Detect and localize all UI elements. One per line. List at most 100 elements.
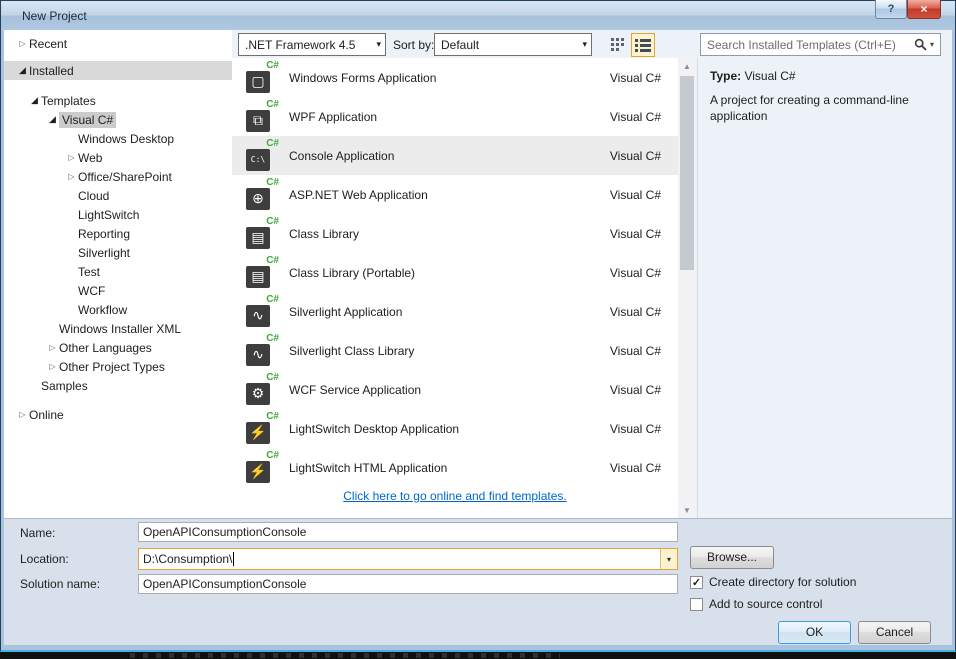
collapse-arrow-icon[interactable]: ◢ [28, 95, 41, 106]
expand-arrow-icon[interactable]: ▷ [46, 362, 59, 371]
sort-by-label: Sort by: [393, 38, 434, 52]
template-item-lightswitch-html-application[interactable]: ⚡C#LightSwitch HTML ApplicationVisual C# [232, 448, 678, 487]
type-value: Visual C# [744, 69, 795, 83]
scroll-up-arrow-icon[interactable]: ▲ [678, 58, 696, 74]
tree-item-online[interactable]: ▷Online [4, 405, 232, 424]
tree-item-installed[interactable]: ◢Installed [4, 61, 232, 80]
icon-glyph: ⚡ [246, 461, 270, 483]
framework-combobox[interactable]: .NET Framework 4.5 ▾ [238, 33, 386, 56]
project-name-input[interactable] [138, 522, 678, 542]
wpf-application-icon: ⧉C# [246, 101, 280, 133]
collapse-arrow-icon[interactable]: ◢ [46, 114, 59, 125]
expand-arrow-icon[interactable]: ▷ [16, 410, 29, 419]
class-library-icon: ▤C# [246, 218, 280, 250]
expand-arrow-icon[interactable]: ▷ [46, 343, 59, 352]
tree-item-label: Cloud [78, 189, 109, 203]
template-list-scrollbar[interactable]: ▲ ▼ [678, 58, 696, 518]
scrollbar-thumb[interactable] [680, 76, 694, 270]
titlebar[interactable]: New Project [1, 1, 955, 30]
location-label: Location: [20, 552, 69, 566]
template-language: Visual C# [610, 422, 661, 436]
tree-item-test[interactable]: Test [4, 262, 232, 281]
template-language: Visual C# [610, 266, 661, 280]
template-name: Silverlight Application [289, 305, 610, 319]
template-item-silverlight-class-library[interactable]: ∿C#Silverlight Class LibraryVisual C# [232, 331, 678, 370]
create-directory-checkbox[interactable]: ✓ [690, 576, 703, 589]
console-application-icon: C:\C# [246, 140, 280, 172]
solution-name-label: Solution name: [20, 577, 100, 591]
tree-item-visual-c[interactable]: ◢Visual C# [4, 110, 232, 129]
location-dropdown-button[interactable]: ▾ [660, 549, 677, 569]
add-source-control-checkbox[interactable] [690, 598, 703, 611]
browse-button[interactable]: Browse... [690, 546, 774, 569]
tree-item-windows-desktop[interactable]: Windows Desktop [4, 129, 232, 148]
framework-combobox-value: .NET Framework 4.5 [245, 38, 355, 52]
silverlight-application-icon: ∿C# [246, 296, 280, 328]
tree-item-reporting[interactable]: Reporting [4, 224, 232, 243]
expand-arrow-icon[interactable]: ▷ [65, 172, 78, 181]
template-item-windows-forms-application[interactable]: ▢C#Windows Forms ApplicationVisual C# [232, 58, 678, 97]
tree-item-samples[interactable]: Samples [4, 376, 232, 395]
template-item-wcf-service-application[interactable]: ⚙C#WCF Service ApplicationVisual C# [232, 370, 678, 409]
icon-glyph: ⚡ [246, 422, 270, 444]
create-directory-label: Create directory for solution [709, 575, 856, 589]
category-tree-panel: ▷Recent◢Installed◢Templates◢Visual C#Win… [4, 30, 232, 518]
tree-item-silverlight[interactable]: Silverlight [4, 243, 232, 262]
list-view-button[interactable] [631, 33, 655, 57]
chevron-down-icon: ▾ [370, 39, 381, 50]
location-combobox[interactable]: D:\Consumption\ ▾ [138, 548, 678, 570]
class-library-portable-icon: ▤C# [246, 257, 280, 289]
lightswitch-desktop-application-icon: ⚡C# [246, 413, 280, 445]
tree-item-recent[interactable]: ▷Recent [4, 34, 232, 53]
template-rows: ▢C#Windows Forms ApplicationVisual C#⧉C#… [232, 58, 678, 487]
tree-item-label: WCF [78, 284, 105, 298]
icon-glyph: ∿ [246, 344, 270, 366]
search-input[interactable]: Search Installed Templates (Ctrl+E) ▾ [700, 33, 941, 56]
source-control-checkbox-row[interactable]: Add to source control [690, 597, 822, 611]
template-language: Visual C# [610, 305, 661, 319]
tree-item-label: Windows Desktop [78, 132, 174, 146]
tree-item-workflow[interactable]: Workflow [4, 300, 232, 319]
tree-item-other-project-types[interactable]: ▷Other Project Types [4, 357, 232, 376]
template-item-lightswitch-desktop-application[interactable]: ⚡C#LightSwitch Desktop ApplicationVisual… [232, 409, 678, 448]
tree-item-lightswitch[interactable]: LightSwitch [4, 205, 232, 224]
tree-item-label: Templates [41, 94, 96, 108]
template-item-class-library-portable[interactable]: ▤C#Class Library (Portable)Visual C# [232, 253, 678, 292]
tree-item-windows-installer-xml[interactable]: Windows Installer XML [4, 319, 232, 338]
template-item-silverlight-application[interactable]: ∿C# Silverlight ApplicationVisual C# [232, 292, 678, 331]
small-icons-view-button[interactable] [608, 35, 628, 55]
tree-item-other-languages[interactable]: ▷Other Languages [4, 338, 232, 357]
expand-arrow-icon[interactable]: ▷ [65, 153, 78, 162]
icon-glyph: ⊕ [246, 188, 270, 210]
create-directory-checkbox-row[interactable]: ✓ Create directory for solution [690, 575, 856, 589]
tree-item-web[interactable]: ▷Web [4, 148, 232, 167]
sort-combobox-value: Default [441, 38, 479, 52]
csharp-badge: C# [266, 216, 279, 227]
collapse-arrow-icon[interactable]: ◢ [16, 65, 29, 76]
template-item-wpf-application[interactable]: ⧉C#WPF ApplicationVisual C# [232, 97, 678, 136]
background-window-strip [0, 652, 956, 659]
help-button[interactable]: ? [875, 0, 907, 19]
tree-item-office-sharepoint[interactable]: ▷Office/SharePoint [4, 167, 232, 186]
close-button[interactable]: × [907, 0, 941, 19]
template-item-console-application[interactable]: C:\C#Console ApplicationVisual C# [232, 136, 678, 175]
expand-arrow-icon[interactable]: ▷ [16, 39, 29, 48]
solution-name-input[interactable] [138, 574, 678, 594]
template-item-asp-net-web-application[interactable]: ⊕C#ASP.NET Web ApplicationVisual C# [232, 175, 678, 214]
tree-item-templates[interactable]: ◢Templates [4, 91, 232, 110]
sort-combobox[interactable]: Default ▾ [434, 33, 592, 56]
csharp-badge: C# [266, 177, 279, 188]
tree-item-cloud[interactable]: Cloud [4, 186, 232, 205]
template-item-class-library[interactable]: ▤C#Class LibraryVisual C# [232, 214, 678, 253]
template-name: LightSwitch HTML Application [289, 461, 610, 475]
icon-glyph: ⧉ [246, 110, 270, 132]
lightswitch-html-application-icon: ⚡C# [246, 452, 280, 484]
tree-item-label: Windows Installer XML [59, 322, 181, 336]
tree-item-wcf[interactable]: WCF [4, 281, 232, 300]
ok-button[interactable]: OK [778, 621, 851, 644]
chevron-down-icon: ▾ [576, 39, 587, 50]
scroll-down-arrow-icon[interactable]: ▼ [678, 502, 696, 518]
template-language: Visual C# [610, 188, 661, 202]
online-templates-link[interactable]: Click here to go online and find templat… [232, 489, 678, 503]
cancel-button[interactable]: Cancel [858, 621, 931, 644]
